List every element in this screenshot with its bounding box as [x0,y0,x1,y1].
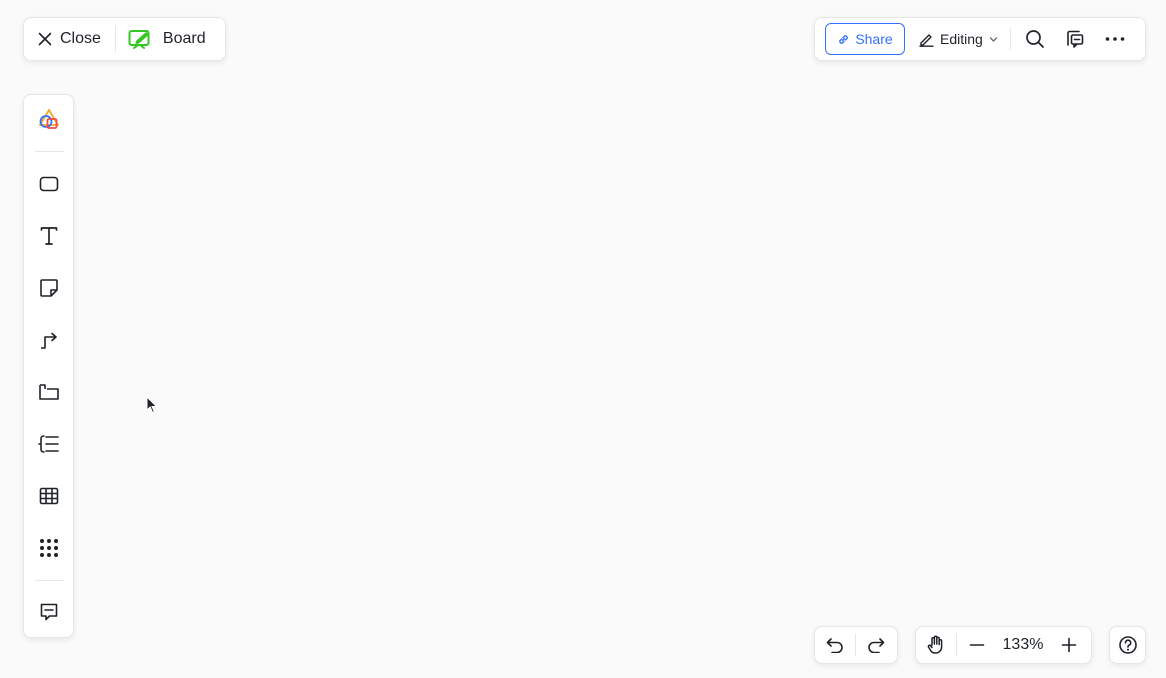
undo-icon [826,637,844,653]
text-icon [39,226,59,246]
left-toolbar [23,94,74,638]
frame-tool[interactable] [24,372,73,412]
chevron-down-icon [989,35,998,44]
search-button[interactable] [1019,23,1051,55]
more-horizontal-icon [1105,36,1125,42]
help-icon [1118,635,1138,655]
sticky-note-icon [39,278,59,298]
link-icon [837,33,850,46]
hand-tool-button[interactable] [916,627,956,663]
pen-icon [919,32,934,47]
zoom-level[interactable]: 133% [997,636,1049,654]
divider [35,151,64,152]
more-apps-icon [39,538,59,558]
comments-panel-button[interactable] [1059,23,1091,55]
comments-panel-icon [1065,29,1085,49]
connector-tool[interactable] [24,320,73,360]
shapes-icon [38,108,60,130]
zoom-in-button[interactable] [1049,627,1089,663]
more-options-button[interactable] [1099,23,1131,55]
frame-icon [38,383,60,401]
zoom-out-button[interactable] [957,627,997,663]
divider [35,580,64,581]
connector-icon [39,330,59,350]
comment-icon [39,602,59,622]
board-icon [128,29,151,50]
top-right-bar: Share Editing [814,17,1146,61]
share-label: Share [855,31,893,47]
help-button[interactable] [1109,626,1146,664]
comment-tool[interactable] [24,592,73,632]
close-button[interactable]: Close [24,18,115,60]
shapes-tool[interactable] [24,99,73,139]
rectangle-icon [39,176,59,192]
table-tool[interactable] [24,476,73,516]
redo-button[interactable] [856,627,896,663]
table-icon [39,487,59,505]
rectangle-tool[interactable] [24,164,73,204]
editing-label: Editing [940,31,983,47]
divider [1009,28,1011,50]
more-apps-tool[interactable] [24,528,73,568]
plus-icon [1061,637,1077,653]
board-label: Board [162,30,206,47]
board-title-button[interactable]: Board [116,18,206,60]
mindmap-tool[interactable] [24,424,73,464]
mouse-cursor-icon [146,396,158,414]
top-left-bar: Close Board [23,17,226,61]
redo-icon [867,637,885,653]
sticky-note-tool[interactable] [24,268,73,308]
search-icon [1025,29,1045,49]
mindmap-icon [37,434,60,454]
share-button[interactable]: Share [825,23,905,55]
editing-mode-dropdown[interactable]: Editing [919,23,998,55]
zoom-controls: 133% [915,626,1092,664]
close-icon [38,32,52,46]
undo-button[interactable] [815,627,855,663]
close-label: Close [60,30,101,47]
minus-icon [969,637,985,653]
hand-icon [926,635,946,655]
history-controls [814,626,898,664]
text-tool[interactable] [24,216,73,256]
